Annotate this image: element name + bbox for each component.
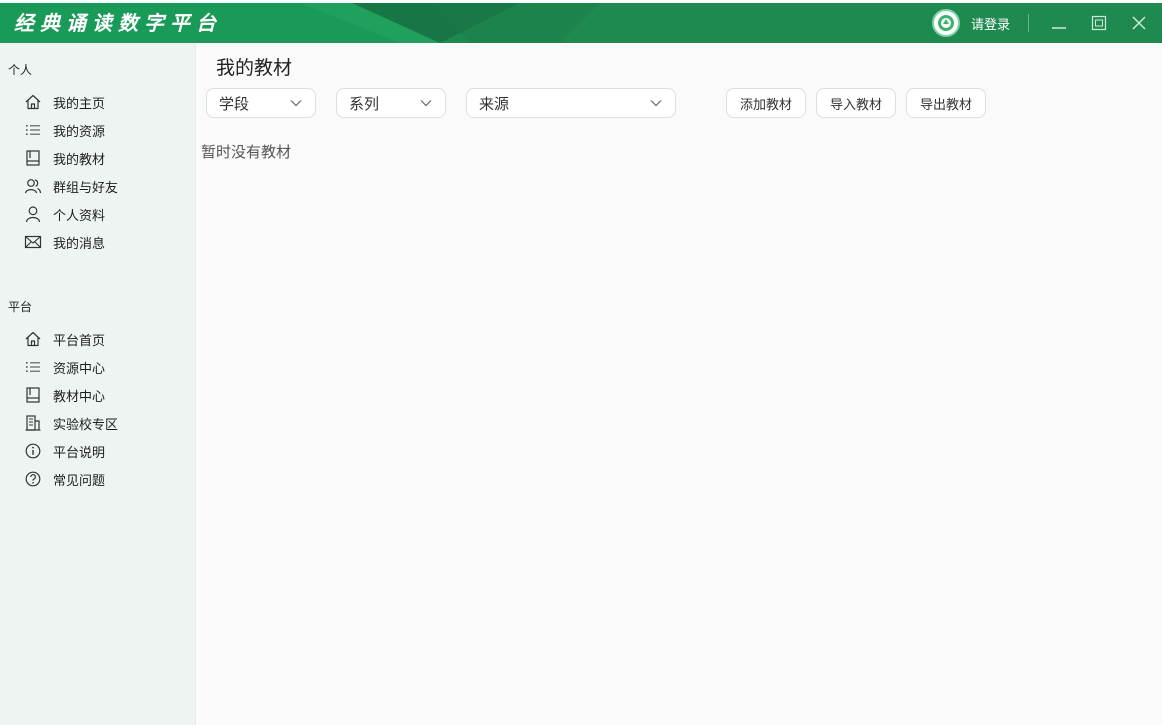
sidebar-item-label: 个人资料 <box>53 208 106 224</box>
source-select-value: 来源 <box>479 94 510 113</box>
chevron-down-icon <box>290 100 302 107</box>
help-icon <box>24 470 42 488</box>
series-select[interactable]: 系列 <box>336 88 446 118</box>
logo-icon <box>938 15 954 31</box>
book-icon <box>24 386 42 404</box>
close-button[interactable] <box>1125 9 1153 37</box>
main-content: 我的教材 学段 系列 来源 添加教材 导入教材 导出教材 暂时没有教材 <box>196 43 1162 725</box>
home-icon <box>24 93 42 111</box>
sidebar-item-label: 我的教材 <box>53 152 106 168</box>
home-icon <box>24 330 42 348</box>
chevron-down-icon <box>650 100 662 107</box>
section-label-personal: 个人 <box>8 63 33 77</box>
page-title: 我的教材 <box>216 57 293 79</box>
app-window: 经典诵读数字平台 请登录 个人 我的主页 我的资源 我的教材 群组与好友 个人资… <box>0 0 1162 725</box>
close-icon <box>1132 16 1146 30</box>
sidebar-item-my-messages[interactable]: 我的消息 <box>24 230 105 254</box>
export-textbook-button[interactable]: 导出教材 <box>906 88 986 118</box>
source-select[interactable]: 来源 <box>466 88 676 118</box>
login-link[interactable]: 请登录 <box>971 14 1010 33</box>
list-icon <box>24 121 42 139</box>
sidebar-item-label: 平台首页 <box>53 333 106 349</box>
sidebar-item-label: 教材中心 <box>53 389 106 405</box>
empty-state-text: 暂时没有教材 <box>201 143 292 161</box>
avatar[interactable] <box>932 9 960 37</box>
stage-select[interactable]: 学段 <box>206 88 316 118</box>
minimize-button[interactable] <box>1045 9 1073 37</box>
sidebar-item-my-home[interactable]: 我的主页 <box>24 90 105 114</box>
sidebar-item-profile[interactable]: 个人资料 <box>24 202 105 226</box>
sidebar-item-label: 实验校专区 <box>53 417 119 433</box>
sidebar-item-resource-center[interactable]: 资源中心 <box>24 355 105 379</box>
sidebar-item-label: 我的资源 <box>53 124 106 140</box>
sidebar-item-faq[interactable]: 常见问题 <box>24 467 105 491</box>
title-bar-divider <box>1028 14 1029 32</box>
import-textbook-button[interactable]: 导入教材 <box>816 88 896 118</box>
sidebar-item-label: 群组与好友 <box>53 180 119 196</box>
maximize-button[interactable] <box>1085 9 1113 37</box>
title-bar[interactable]: 经典诵读数字平台 请登录 <box>0 3 1162 43</box>
sidebar: 个人 我的主页 我的资源 我的教材 群组与好友 个人资料 我的消息 平台 平台首… <box>0 43 196 725</box>
chevron-down-icon <box>420 100 432 107</box>
app-title: 经典诵读数字平台 <box>14 11 222 35</box>
building-icon <box>24 414 42 432</box>
user-login-area[interactable]: 请登录 <box>932 9 1010 37</box>
sidebar-item-pilot-schools[interactable]: 实验校专区 <box>24 411 118 435</box>
list-icon <box>24 358 42 376</box>
sidebar-item-my-textbooks[interactable]: 我的教材 <box>24 146 105 170</box>
sidebar-item-groups-friends[interactable]: 群组与好友 <box>24 174 118 198</box>
sidebar-item-label: 平台说明 <box>53 445 106 461</box>
sidebar-item-label: 我的主页 <box>53 96 106 112</box>
sidebar-item-platform-home[interactable]: 平台首页 <box>24 327 105 351</box>
maximize-icon <box>1091 15 1107 31</box>
sidebar-item-label: 常见问题 <box>53 473 106 489</box>
sidebar-item-platform-info[interactable]: 平台说明 <box>24 439 105 463</box>
add-textbook-button[interactable]: 添加教材 <box>726 88 806 118</box>
user-icon <box>24 205 42 223</box>
section-label-platform: 平台 <box>8 300 33 314</box>
stage-select-value: 学段 <box>219 94 250 113</box>
sidebar-item-label: 我的消息 <box>53 236 106 252</box>
sidebar-item-my-resources[interactable]: 我的资源 <box>24 118 105 142</box>
book-icon <box>24 149 42 167</box>
mail-icon <box>24 233 42 251</box>
info-icon <box>24 442 42 460</box>
users-icon <box>24 177 42 195</box>
sidebar-item-textbook-center[interactable]: 教材中心 <box>24 383 105 407</box>
sidebar-item-label: 资源中心 <box>53 361 106 377</box>
minimize-icon <box>1052 27 1066 29</box>
series-select-value: 系列 <box>349 94 380 113</box>
